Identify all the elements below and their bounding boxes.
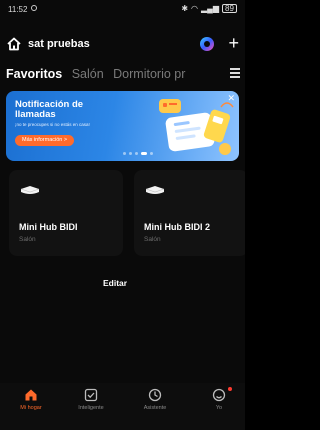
promo-banner[interactable]: Notificación de llamadas ¡no te preocupe… <box>6 91 239 161</box>
plus-icon[interactable]: + <box>228 34 239 52</box>
wifi-icon: ◠ <box>191 4 199 13</box>
tabs-fade <box>205 64 231 84</box>
signal-icon: ▂▄▆ <box>201 4 219 13</box>
battery-icon: 89 <box>222 4 237 13</box>
compass-icon <box>148 388 162 402</box>
nav-item-inteligente[interactable]: Inteligente <box>66 388 116 411</box>
banner-subtitle: ¡no te preocupes si no estás en casa! <box>15 122 90 127</box>
edit-button[interactable]: Editar <box>103 278 127 288</box>
assistant-icon[interactable] <box>199 36 215 52</box>
checkbox-icon <box>84 388 98 402</box>
nav-label: Yo <box>215 405 223 411</box>
tab-favoritos[interactable]: Favoritos <box>6 67 62 81</box>
device-room: Salón <box>19 236 36 243</box>
nav-item-yo[interactable]: Yo <box>194 387 244 411</box>
status-bar: 11:52 ✱ ◠ ▂▄▆ 89 <box>0 0 245 18</box>
tab-salon[interactable]: Salón <box>72 67 104 81</box>
device-name: Mini Hub BIDI <box>19 222 78 232</box>
tabs-menu-icon[interactable] <box>230 68 240 80</box>
nav-label: Inteligente <box>78 405 104 411</box>
nav-item-mi-hogar[interactable]: Mi hogar <box>6 388 56 411</box>
device-card[interactable]: Mini Hub BIDI 2 Salón <box>134 170 245 256</box>
device-name: Mini Hub BIDI 2 <box>144 222 210 232</box>
bluetooth-icon: ✱ <box>181 4 189 13</box>
tab-dormitorio[interactable]: Dormitorio pr <box>113 67 185 81</box>
home-icon <box>25 389 37 401</box>
bottom-navigation: Mi hogar Inteligente Asistente Yo <box>0 383 245 430</box>
device-room: Salón <box>144 236 161 243</box>
header: sat pruebas + <box>6 34 239 53</box>
banner-title: Notificación de llamadas <box>15 99 84 120</box>
home-name[interactable]: sat pruebas <box>28 38 90 50</box>
home-icon[interactable] <box>6 36 22 52</box>
hub-icon <box>20 186 40 194</box>
nav-label: Mi hogar <box>20 405 42 411</box>
status-icons: ✱ ◠ ▂▄▆ 89 <box>181 4 237 13</box>
status-time: 11:52 <box>8 5 28 14</box>
device-card[interactable]: Mini Hub BIDI Salón <box>9 170 123 256</box>
notification-badge <box>228 387 232 391</box>
banner-more-info-button[interactable]: Más información > <box>15 135 75 146</box>
profile-icon <box>212 388 226 402</box>
nav-label: Asistente <box>143 405 167 411</box>
notification-icon <box>31 5 37 11</box>
nav-item-asistente[interactable]: Asistente <box>130 388 180 411</box>
hub-icon <box>145 186 165 194</box>
banner-close-icon[interactable]: ✕ <box>227 93 235 104</box>
app-screen: 11:52 ✱ ◠ ▂▄▆ 89 sat pruebas + Favoritos… <box>0 0 245 430</box>
banner-illustration <box>159 99 234 155</box>
